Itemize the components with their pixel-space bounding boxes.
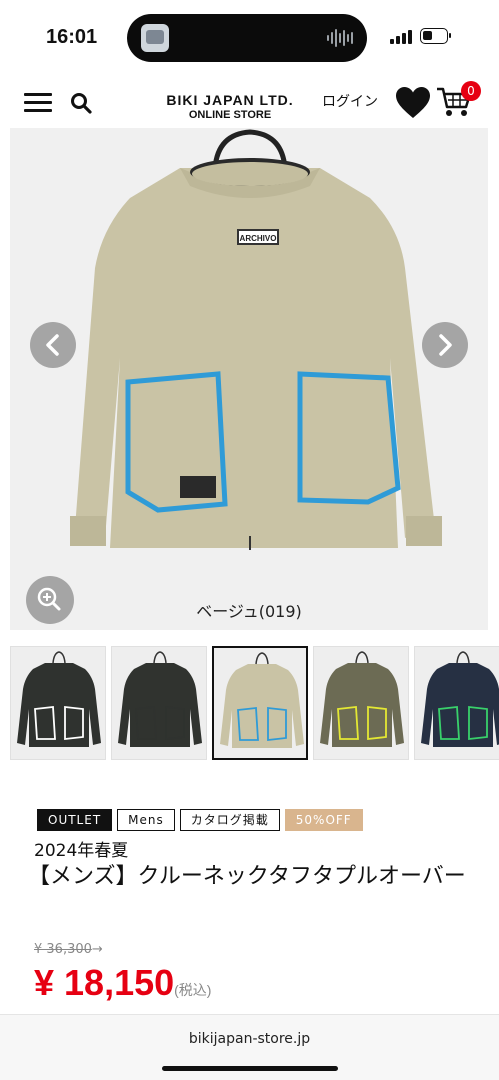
next-image-button[interactable]: [422, 322, 468, 368]
thumbnail-5[interactable]: [414, 646, 499, 760]
product-title: 【メンズ】クルーネックタフタプルオーバー: [28, 864, 466, 889]
thumbnail-shirt-image: [421, 651, 499, 747]
thumbnail-4[interactable]: [313, 646, 409, 760]
tax-included-label: (税込): [174, 982, 212, 998]
sale-price-value: ¥ 18,150: [34, 962, 175, 1003]
logo-subtitle: ONLINE STORE: [188, 109, 272, 121]
dynamic-island[interactable]: [127, 14, 367, 62]
chest-logo-badge: ARCHIVO: [240, 234, 277, 243]
tag-discount: 50%OFF: [284, 809, 363, 831]
sale-price: ¥ 18,150(税込): [34, 962, 211, 1004]
logo-brand: BIKI JAPAN LTD.: [166, 92, 294, 108]
browser-address-bar[interactable]: bikijapan-store.jp: [0, 1014, 499, 1080]
battery-icon: [420, 28, 451, 44]
tag-outlet: OUTLET: [37, 809, 113, 831]
chevron-left-icon: [46, 334, 59, 356]
product-photo: ARCHIVO: [70, 129, 442, 550]
now-playing-artwork: [141, 24, 169, 52]
menu-icon[interactable]: [24, 93, 52, 113]
home-indicator[interactable]: [162, 1066, 338, 1071]
product-season: 2024年春夏: [34, 841, 129, 861]
store-logo[interactable]: BIKI JAPAN LTD. ONLINE STORE: [150, 92, 310, 121]
previous-image-button[interactable]: [30, 322, 76, 368]
tag-catalog: カタログ掲載: [179, 809, 280, 831]
thumbnail-shirt-image: [220, 652, 304, 748]
product-image-gallery[interactable]: ARCHIVO ベージュ(019): [10, 128, 488, 630]
thumbnail-3[interactable]: [212, 646, 308, 760]
thumbnail-shirt-image: [17, 651, 101, 747]
heart-icon[interactable]: [395, 86, 431, 120]
thumbnail-shirt-image: [118, 651, 202, 747]
audio-waveform-icon: [327, 28, 353, 48]
thumbnail-shirt-image: [320, 651, 404, 747]
cart-count-badge: 0: [461, 81, 481, 101]
tag-mens: Mens: [117, 809, 175, 831]
status-time: 16:01: [46, 26, 98, 48]
thumbnail-strip: [10, 646, 499, 762]
status-bar: 16:01: [0, 0, 499, 76]
login-link[interactable]: ログイン: [322, 91, 378, 111]
price-arrow: →: [91, 942, 103, 957]
thumbnail-1[interactable]: [10, 646, 106, 760]
original-price-value: ¥ 36,300: [34, 942, 92, 957]
site-header: BIKI JAPAN LTD. ONLINE STORE ログイン 0: [0, 76, 499, 128]
search-icon[interactable]: [70, 92, 92, 114]
original-price: ¥ 36,300→: [34, 942, 103, 957]
thumbnail-2[interactable]: [111, 646, 207, 760]
url-text: bikijapan-store.jp: [188, 1031, 311, 1047]
product-tags: OUTLET Mens カタログ掲載 50%OFF: [37, 809, 363, 831]
chevron-right-icon: [439, 334, 452, 356]
signal-icon: [390, 30, 412, 44]
color-caption: ベージュ(019): [196, 602, 302, 621]
